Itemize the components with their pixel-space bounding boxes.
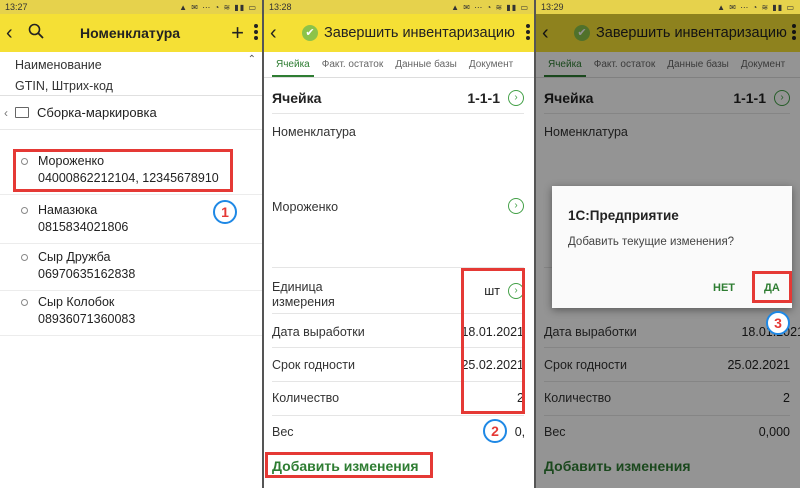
step-badge: 2 xyxy=(483,419,507,443)
tab-document[interactable]: Документ xyxy=(465,59,517,77)
item-code: 08936071360083 xyxy=(38,312,136,326)
unit-label-line2: измерения xyxy=(272,295,335,309)
chevron-right-icon[interactable]: › xyxy=(508,198,524,214)
status-time: 13:27 xyxy=(5,2,28,12)
item-code: 06970635162838 xyxy=(38,267,136,281)
folder-row[interactable]: ‹ Сборка-маркировка xyxy=(0,96,262,130)
more-menu-icon[interactable] xyxy=(526,24,530,42)
produced-label: Дата выработки xyxy=(272,325,365,339)
cell-value: 1-1-1 xyxy=(467,90,500,106)
chevron-right-icon[interactable]: › xyxy=(508,90,524,106)
status-time: 13:29 xyxy=(541,2,564,12)
item-name: Сыр Дружба xyxy=(38,250,111,264)
status-icons: ▲ ✉ ⋯ ◔ ≋ ▮▮ ▭ xyxy=(179,2,257,12)
screen-finish-inventory: 13:28 ▲ ✉ ⋯ ◔ ≋ ▮▮ ▭ ‹ ✔ Завершить инвен… xyxy=(264,0,534,488)
page-title: Номенклатура xyxy=(80,25,181,41)
weight-label: Вес xyxy=(272,425,294,439)
page-title: Завершить инвентаризацию xyxy=(324,25,515,41)
radio-icon xyxy=(21,207,28,214)
chevron-left-icon[interactable]: ‹ xyxy=(4,106,8,120)
search-icon[interactable] xyxy=(28,23,52,44)
highlight-box xyxy=(265,452,433,478)
screen-nomenclature: 13:27 ▲ ✉ ⋯ ◔ ≋ ▮▮ ▭ ‹ Номенклатура + На… xyxy=(0,0,262,488)
add-icon[interactable]: + xyxy=(231,20,244,46)
list-item[interactable]: Сыр Дружба 06970635162838 xyxy=(0,246,262,291)
tab-cell[interactable]: Ячейка xyxy=(272,59,314,77)
step-badge: 1 xyxy=(213,200,237,224)
status-bar: 13:28 ▲ ✉ ⋯ ◔ ≋ ▮▮ ▭ xyxy=(264,0,534,14)
header-field-name[interactable]: Наименование xyxy=(15,55,247,76)
back-icon[interactable]: ‹ xyxy=(6,22,28,45)
highlight-box xyxy=(461,268,525,414)
nomenclature-label: Номенклатура xyxy=(272,125,356,139)
list-item[interactable]: Сыр Колобок 08936071360083 xyxy=(0,291,262,336)
toolbar: ‹ Номенклатура + xyxy=(0,14,262,52)
toolbar: ‹ ✔ Завершить инвентаризацию xyxy=(264,14,534,52)
quantity-label: Количество xyxy=(272,391,340,405)
radio-icon xyxy=(21,299,28,306)
status-icons: ▲ ✉ ⋯ ◔ ≋ ▮▮ ▭ xyxy=(451,2,529,12)
screen-confirm-dialog: 13:29 ▲ ✉ ⋯ ◔ ≋ ▮▮ ▭ ‹ ✔ Завершить инвен… xyxy=(536,0,800,488)
list-header: Наименование GTIN, Штрих-код ⌃ xyxy=(0,52,262,96)
radio-icon xyxy=(21,254,28,261)
item-name: Намазюка xyxy=(38,203,98,217)
no-button[interactable]: НЕТ xyxy=(713,282,735,294)
nomenclature-field[interactable]: Номенклатура Мороженко › xyxy=(272,114,524,268)
tab-fact-stock[interactable]: Факт. остаток xyxy=(318,59,387,77)
tab-bar: Ячейка Факт. остаток Данные базы Докумен… xyxy=(264,52,534,78)
tab-base-data[interactable]: Данные базы xyxy=(391,59,461,77)
status-time: 13:28 xyxy=(269,2,292,12)
highlight-box xyxy=(752,271,792,303)
checkmark-icon: ✔ xyxy=(302,25,318,41)
item-name: Сыр Колобок xyxy=(38,295,115,309)
status-icons: ▲ ✉ ⋯ ◔ ≋ ▮▮ ▭ xyxy=(717,2,795,12)
status-bar: 13:27 ▲ ✉ ⋯ ◔ ≋ ▮▮ ▭ xyxy=(0,0,262,14)
expiry-label: Срок годности xyxy=(272,358,355,372)
dialog-title: 1С:Предприятие xyxy=(568,208,679,223)
highlight-box xyxy=(13,149,233,192)
weight-value: 0,000 xyxy=(514,425,524,439)
folder-icon xyxy=(15,107,29,118)
unit-label: Единица xyxy=(272,280,323,294)
dialog-message: Добавить текущие изменения? xyxy=(568,236,735,248)
step-badge: 3 xyxy=(766,311,790,335)
back-icon[interactable]: ‹ xyxy=(270,22,292,45)
header-field-gtin[interactable]: GTIN, Штрих-код xyxy=(15,76,247,97)
cell-row[interactable]: Ячейка 1-1-1 › xyxy=(272,80,524,114)
folder-name: Сборка-маркировка xyxy=(37,105,157,120)
item-code: 0815834021806 xyxy=(38,220,129,234)
nomenclature-value: Мороженко xyxy=(272,200,339,214)
cell-label: Ячейка xyxy=(272,90,322,106)
status-bar: 13:29 ▲ ✉ ⋯ ◔ ≋ ▮▮ ▭ xyxy=(536,0,800,14)
chevron-up-icon[interactable]: ⌃ xyxy=(248,54,256,65)
more-menu-icon[interactable] xyxy=(254,24,258,42)
